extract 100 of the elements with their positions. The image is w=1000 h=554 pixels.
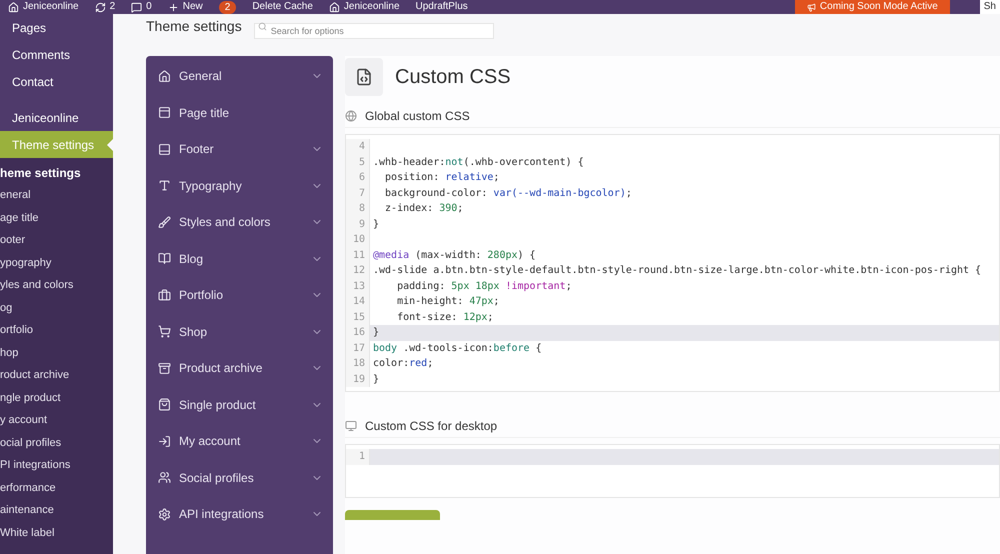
field-label: Custom CSS for desktop bbox=[365, 418, 498, 434]
admin-bar-link[interactable]: Jeniceonline bbox=[23, 2, 79, 12]
submenu-item[interactable]: White label bbox=[0, 522, 113, 544]
submenu-item[interactable]: ngle product bbox=[0, 386, 113, 409]
page-title: Theme settings bbox=[146, 19, 242, 33]
line-number: 7 bbox=[346, 186, 370, 201]
search-field[interactable]: Search for options bbox=[254, 23, 494, 39]
submenu-item[interactable]: y account bbox=[0, 409, 113, 432]
admin-bar-link[interactable]: New bbox=[182, 2, 203, 12]
admin-bar-link[interactable]: Jeniceonline bbox=[344, 2, 400, 12]
nav-item[interactable]: Portfolio bbox=[146, 277, 333, 314]
nav-item[interactable]: Product archive bbox=[146, 350, 333, 386]
code-editor[interactable] bbox=[345, 134, 1000, 392]
home-icon[interactable] bbox=[328, 2, 340, 12]
bag-icon bbox=[158, 398, 171, 412]
code-line: font-size: 12px; bbox=[396, 310, 494, 325]
line-number: 13 bbox=[346, 278, 370, 294]
cart-icon bbox=[158, 325, 171, 338]
sidebar-item[interactable]: Jeniceonline bbox=[0, 104, 113, 131]
globe-icon bbox=[345, 110, 357, 122]
nav-item[interactable]: Page title bbox=[146, 94, 333, 131]
code-line: body .wd-tools-icon:before { bbox=[372, 342, 542, 356]
submenu-item[interactable]: ortfolio bbox=[0, 319, 113, 342]
plus-icon[interactable] bbox=[168, 2, 179, 12]
submenu-item[interactable]: hop bbox=[0, 342, 113, 364]
panel-icon bbox=[158, 106, 171, 120]
code-line: position: relative; bbox=[384, 171, 500, 186]
submenu-item[interactable]: PI integrations bbox=[0, 454, 113, 476]
code-line: .wd-slide a.btn.btn-style-default.btn-style-round.btn-size-large.btn-color-white.btn-icon-pos-right { bbox=[372, 264, 982, 278]
sidebar-item[interactable]: Pages bbox=[0, 14, 113, 41]
nav-item[interactable]: Shop bbox=[146, 314, 333, 350]
submenu-item[interactable]: aintenance bbox=[0, 499, 113, 522]
submenu-item[interactable]: og bbox=[0, 296, 113, 319]
code-line: color:red; bbox=[372, 357, 434, 372]
code-line: z-index: 390; bbox=[384, 202, 464, 216]
nav-item[interactable]: Footer bbox=[146, 131, 333, 168]
nav-item[interactable]: Blog bbox=[146, 240, 333, 277]
home-icon[interactable] bbox=[8, 2, 19, 12]
login-icon bbox=[158, 434, 171, 448]
code-line: min-height: 47px; bbox=[396, 295, 500, 310]
line-number: 4 bbox=[346, 139, 370, 154]
line-number: 6 bbox=[346, 170, 370, 186]
line-number: 12 bbox=[346, 263, 370, 278]
nav-item[interactable]: Single product bbox=[146, 386, 333, 423]
admin-bar-link[interactable]: 2 bbox=[110, 2, 116, 12]
code-line: } bbox=[372, 372, 380, 387]
section-title: Custom CSS bbox=[395, 65, 511, 90]
file-code-icon bbox=[345, 58, 383, 96]
count-badge[interactable]: 2 bbox=[218, 0, 236, 14]
code-line: @media (max-width: 280px) { bbox=[372, 248, 536, 263]
home-icon bbox=[158, 70, 171, 83]
archive-icon bbox=[158, 362, 171, 375]
users-icon bbox=[158, 471, 171, 484]
code-line: background-color: var(--wd-main-bgcolor); bbox=[384, 186, 632, 201]
submenu-item[interactable]: ocial profiles bbox=[0, 432, 113, 454]
nav-item[interactable]: Styles and colors bbox=[146, 204, 333, 240]
line-number: 10 bbox=[346, 232, 370, 248]
code-line: } bbox=[372, 326, 380, 340]
text-icon bbox=[158, 179, 171, 192]
submenu-item[interactable]: eneral bbox=[0, 184, 113, 206]
submenu-item[interactable]: age title bbox=[0, 206, 113, 229]
settings-icon bbox=[158, 508, 171, 521]
comment-icon[interactable] bbox=[131, 2, 142, 12]
field-label: Global custom CSS bbox=[365, 108, 470, 124]
nav-item[interactable]: My account bbox=[146, 423, 333, 460]
notice-button[interactable]: Coming Soon Mode Active bbox=[794, 0, 950, 14]
submenu-item[interactable]: ypography bbox=[0, 252, 113, 274]
line-number: 8 bbox=[346, 201, 370, 216]
nav-item[interactable]: Typography bbox=[146, 168, 333, 204]
code-line: .whb-header:not(.whb-overcontent) { bbox=[372, 156, 584, 170]
megaphone-icon bbox=[806, 2, 816, 12]
line-number: 19 bbox=[346, 372, 370, 387]
submenu-item[interactable]: ooter bbox=[0, 229, 113, 252]
sidebar-item[interactable]: Contact bbox=[0, 68, 113, 95]
admin-bar-link[interactable]: UpdraftPlus bbox=[416, 2, 468, 12]
admin-bar-link[interactable]: Sh bbox=[980, 0, 1000, 14]
active-pointer-icon bbox=[107, 139, 113, 151]
submenu-item[interactable]: roduct archive bbox=[0, 364, 113, 386]
line-number: 17 bbox=[346, 340, 370, 356]
line-number: 14 bbox=[346, 294, 370, 310]
nav-item[interactable]: Social profiles bbox=[146, 460, 333, 496]
nav-item[interactable]: API integrations bbox=[146, 496, 333, 532]
submenu-item[interactable]: yles and colors bbox=[0, 274, 113, 296]
submenu-item[interactable]: erformance bbox=[0, 476, 113, 499]
admin-bar-link[interactable]: 0 bbox=[146, 2, 152, 12]
briefcase-icon bbox=[158, 288, 171, 302]
refresh-icon[interactable] bbox=[94, 2, 106, 12]
code-line: } bbox=[372, 218, 380, 232]
sidebar-item[interactable]: Comments bbox=[0, 41, 113, 68]
code-line: padding: 5px 18px !important; bbox=[396, 280, 572, 294]
search-icon bbox=[258, 22, 267, 30]
book-icon bbox=[158, 252, 171, 266]
line-number: 9 bbox=[346, 216, 370, 232]
nav-item[interactable]: General bbox=[146, 58, 333, 94]
monitor-icon bbox=[345, 420, 357, 432]
line-number: 15 bbox=[346, 310, 370, 325]
admin-bar-link[interactable]: Delete Cache bbox=[252, 2, 313, 12]
submenu-title: heme settings bbox=[0, 165, 82, 182]
line-number: 1 bbox=[346, 449, 370, 464]
brush-icon bbox=[158, 216, 171, 229]
